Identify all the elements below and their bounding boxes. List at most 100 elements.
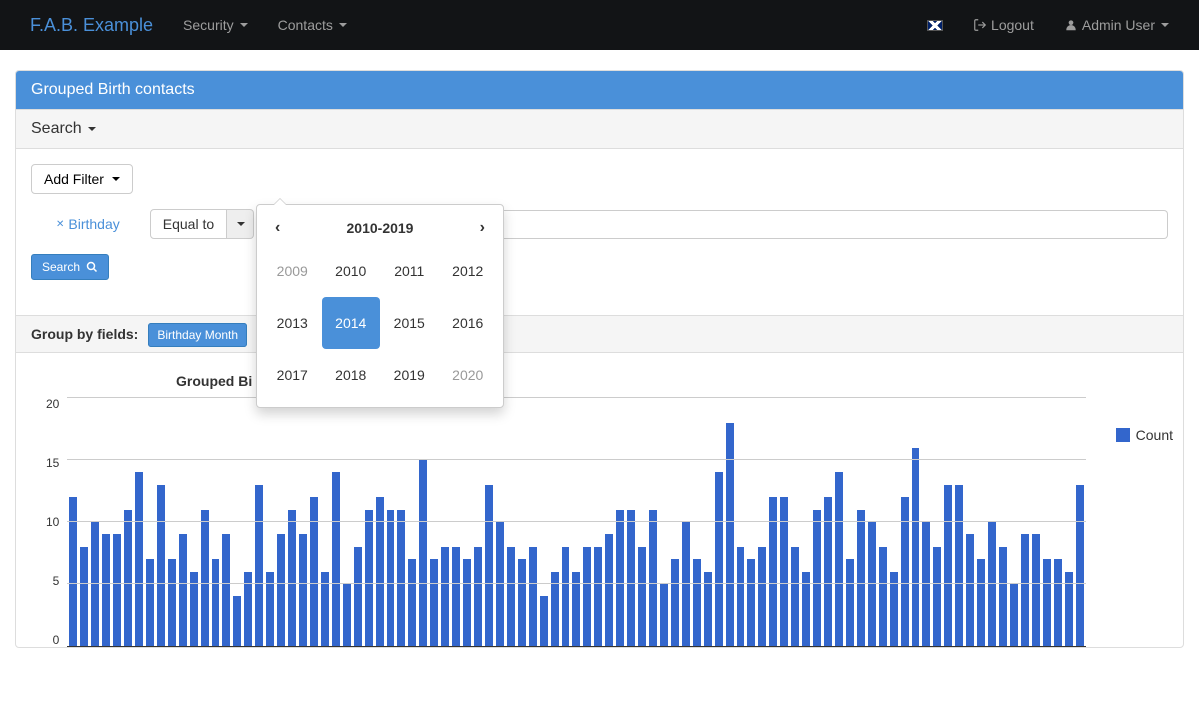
bar[interactable] [518, 559, 526, 646]
datepicker-year-2017[interactable]: 2017 [263, 349, 322, 401]
bar[interactable] [944, 485, 952, 646]
bar[interactable] [1032, 534, 1040, 646]
datepicker-prev[interactable]: ‹ [267, 219, 288, 237]
bar[interactable] [507, 547, 515, 646]
bar[interactable] [747, 559, 755, 646]
bar[interactable] [102, 534, 110, 646]
bar[interactable] [988, 522, 996, 646]
bar[interactable] [540, 596, 548, 646]
bar[interactable] [212, 559, 220, 646]
datepicker-next[interactable]: › [472, 219, 493, 237]
datepicker-year-2009[interactable]: 2009 [263, 245, 322, 297]
bar[interactable] [758, 547, 766, 646]
bar[interactable] [365, 510, 373, 646]
datepicker-year-2015[interactable]: 2015 [380, 297, 439, 349]
bar[interactable] [616, 510, 624, 646]
bar[interactable] [91, 522, 99, 646]
bar[interactable] [715, 472, 723, 646]
datepicker-year-2012[interactable]: 2012 [439, 245, 498, 297]
bar[interactable] [529, 547, 537, 646]
filter-op-select[interactable]: Equal to [150, 209, 227, 239]
bar[interactable] [933, 547, 941, 646]
bar[interactable] [168, 559, 176, 646]
bar[interactable] [354, 547, 362, 646]
bar[interactable] [660, 584, 668, 646]
bar[interactable] [922, 522, 930, 646]
bar[interactable] [857, 510, 865, 646]
datepicker-year-2013[interactable]: 2013 [263, 297, 322, 349]
datepicker-year-2016[interactable]: 2016 [439, 297, 498, 349]
bar[interactable] [452, 547, 460, 646]
bar[interactable] [233, 596, 241, 646]
bar[interactable] [146, 559, 154, 646]
bar[interactable] [288, 510, 296, 646]
datepicker-year-2010[interactable]: 2010 [322, 245, 381, 297]
bar[interactable] [977, 559, 985, 646]
bar[interactable] [485, 485, 493, 646]
bar[interactable] [1010, 584, 1018, 646]
bar[interactable] [408, 559, 416, 646]
bar[interactable] [791, 547, 799, 646]
filter-remove[interactable]: ✕ Birthday [46, 210, 130, 238]
bar[interactable] [201, 510, 209, 646]
bar[interactable] [343, 584, 351, 646]
search-toggle[interactable]: Search [16, 109, 1183, 149]
bar[interactable] [966, 534, 974, 646]
bar[interactable] [222, 534, 230, 646]
group-by-button[interactable]: Birthday Month [148, 323, 247, 347]
bar[interactable] [441, 547, 449, 646]
bar[interactable] [124, 510, 132, 646]
bar[interactable] [638, 547, 646, 646]
bar[interactable] [277, 534, 285, 646]
brand-link[interactable]: F.A.B. Example [15, 0, 168, 51]
datepicker-year-2014[interactable]: 2014 [322, 297, 381, 349]
bar[interactable] [157, 485, 165, 646]
bar[interactable] [813, 510, 821, 646]
bar[interactable] [463, 559, 471, 646]
bar[interactable] [999, 547, 1007, 646]
bar[interactable] [496, 522, 504, 646]
bar[interactable] [583, 547, 591, 646]
bar[interactable] [726, 423, 734, 646]
bar[interactable] [1043, 559, 1051, 646]
bar[interactable] [113, 534, 121, 646]
bar[interactable] [682, 522, 690, 646]
bar[interactable] [397, 510, 405, 646]
bar[interactable] [1076, 485, 1084, 646]
logout-link[interactable]: Logout [958, 2, 1049, 48]
bar[interactable] [255, 485, 263, 646]
bar[interactable] [299, 534, 307, 646]
bar[interactable] [835, 472, 843, 646]
bar[interactable] [868, 522, 876, 646]
datepicker-year-2018[interactable]: 2018 [322, 349, 381, 401]
bar[interactable] [846, 559, 854, 646]
bar[interactable] [1021, 534, 1029, 646]
bar[interactable] [376, 497, 384, 646]
bar[interactable] [671, 559, 679, 646]
filter-op-caret[interactable] [227, 209, 254, 239]
bar[interactable] [179, 534, 187, 646]
bar[interactable] [955, 485, 963, 646]
bar[interactable] [419, 460, 427, 646]
datepicker-year-2019[interactable]: 2019 [380, 349, 439, 401]
bar[interactable] [332, 472, 340, 646]
bar[interactable] [69, 497, 77, 646]
bar[interactable] [879, 547, 887, 646]
add-filter-button[interactable]: Add Filter [31, 164, 133, 194]
bar[interactable] [737, 547, 745, 646]
bar[interactable] [474, 547, 482, 646]
bar[interactable] [824, 497, 832, 646]
bar[interactable] [1054, 559, 1062, 646]
datepicker-year-2011[interactable]: 2011 [380, 245, 439, 297]
datepicker-year-2020[interactable]: 2020 [439, 349, 498, 401]
bar[interactable] [387, 510, 395, 646]
bar[interactable] [594, 547, 602, 646]
bar[interactable] [780, 497, 788, 646]
user-menu[interactable]: Admin User [1049, 2, 1184, 48]
bar[interactable] [430, 559, 438, 646]
bar[interactable] [627, 510, 635, 646]
bar[interactable] [693, 559, 701, 646]
bar[interactable] [562, 547, 570, 646]
bar[interactable] [912, 448, 920, 646]
bar[interactable] [901, 497, 909, 646]
